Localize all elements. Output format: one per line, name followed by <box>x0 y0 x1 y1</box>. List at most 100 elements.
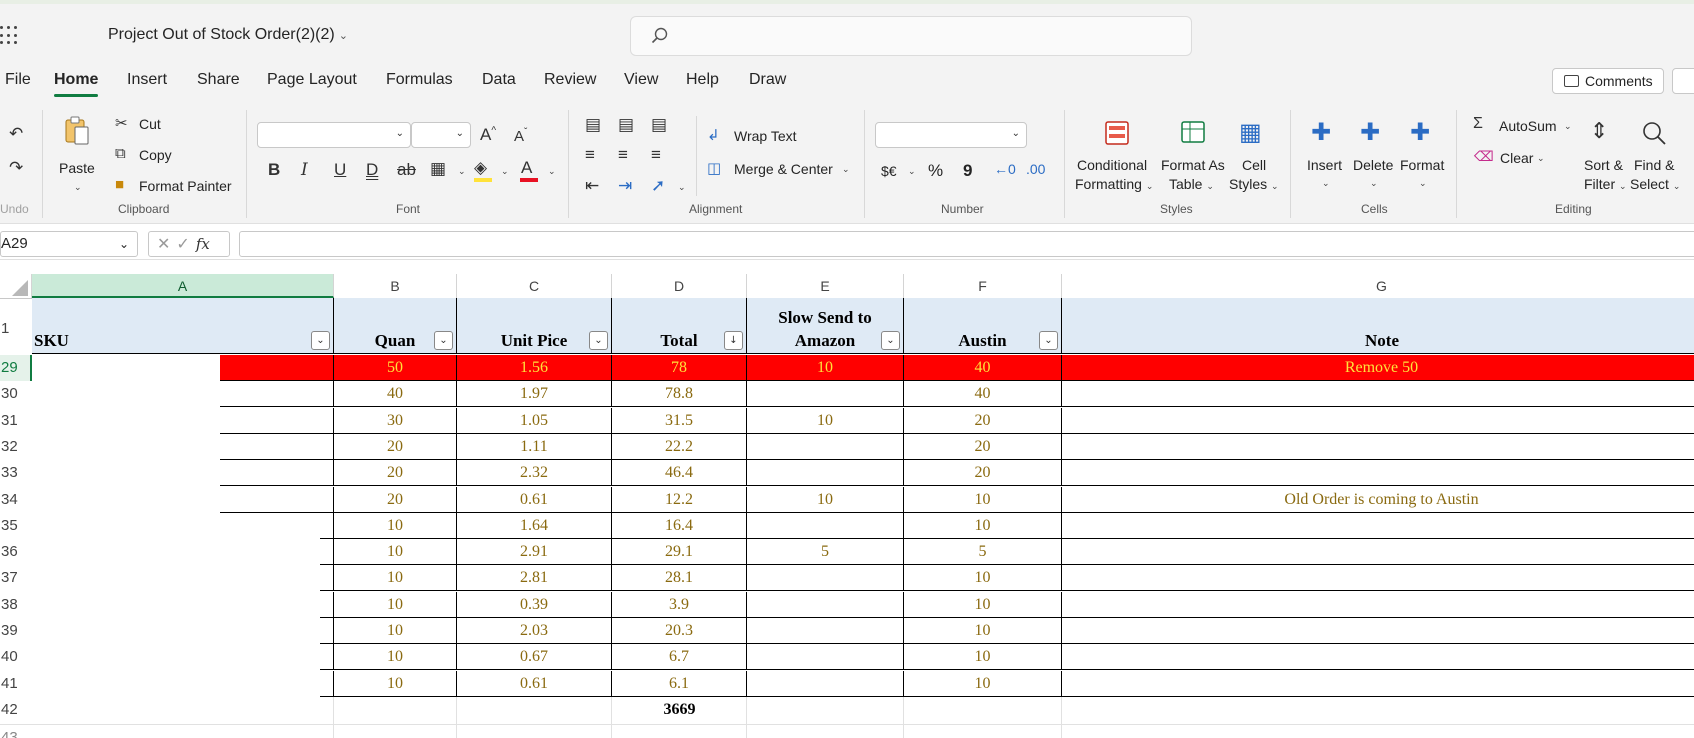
align-top-icon[interactable]: ▤ <box>585 115 601 135</box>
font-family-select[interactable]: ⌄ <box>257 122 411 148</box>
cell-d[interactable]: 12.2 <box>612 487 747 513</box>
row-header[interactable]: 43 <box>0 725 32 738</box>
cell-e[interactable] <box>747 644 904 670</box>
paste-icon[interactable] <box>64 116 90 146</box>
underline-icon[interactable]: U <box>334 160 346 180</box>
header-cell-austin[interactable]: Austin ⌄ <box>904 298 1062 354</box>
number-format-select[interactable]: ⌄ <box>875 122 1027 148</box>
cell-g[interactable]: Old Order is coming to Austin <box>1062 487 1694 513</box>
column-header-b[interactable]: B <box>334 274 457 298</box>
row-header[interactable]: 36 <box>0 539 32 565</box>
name-box[interactable]: A29 ⌄ <box>0 231 138 257</box>
row-header[interactable]: 40 <box>0 644 32 670</box>
strikethrough-icon[interactable]: ab <box>397 160 416 180</box>
cell-d[interactable]: 20.3 <box>612 618 747 644</box>
percent-style-button[interactable]: % <box>928 161 943 181</box>
format-painter-button[interactable]: Format Painter <box>139 178 232 194</box>
header-cell-note[interactable]: Note <box>1062 298 1694 354</box>
cell-f[interactable]: 10 <box>904 487 1062 513</box>
cell-g[interactable] <box>1062 408 1694 434</box>
cell-d[interactable]: 31.5 <box>612 408 747 434</box>
cell-sku[interactable] <box>320 565 334 591</box>
cell-f[interactable]: 10 <box>904 618 1062 644</box>
column-header-g[interactable]: G <box>1062 274 1694 298</box>
cell-e[interactable] <box>747 434 904 460</box>
row-header[interactable]: 30 <box>0 381 32 407</box>
cell-e[interactable] <box>747 381 904 407</box>
cell-d[interactable]: 3.9 <box>612 592 747 618</box>
filter-dropdown-icon[interactable]: ⌄ <box>434 331 453 350</box>
italic-icon[interactable]: I <box>301 160 308 180</box>
cell-b[interactable]: 10 <box>334 539 457 565</box>
cell-e[interactable] <box>747 513 904 539</box>
tab-share[interactable]: Share <box>197 71 240 89</box>
cell-styles-button[interactable]: Styles ⌄ <box>1229 176 1279 192</box>
cell-e[interactable] <box>747 618 904 644</box>
delete-cells-button[interactable]: Delete <box>1353 157 1393 173</box>
cell-e[interactable] <box>747 592 904 618</box>
cell-c[interactable]: 1.56 <box>457 355 612 381</box>
sort-descending-filter-icon[interactable]: ↓ <box>724 331 743 350</box>
cell-b[interactable]: 10 <box>334 592 457 618</box>
decrease-font-size-icon[interactable]: Aˇ <box>514 127 527 145</box>
filter-dropdown-icon[interactable]: ⌄ <box>589 331 608 350</box>
cell-c[interactable]: 0.67 <box>457 644 612 670</box>
cell-g[interactable] <box>1062 671 1694 697</box>
filter-dropdown-icon[interactable]: ⌄ <box>311 331 330 350</box>
cut-button[interactable]: Cut <box>139 116 161 132</box>
cell-sku[interactable] <box>220 460 334 486</box>
redo-icon[interactable]: ↷ <box>9 158 23 178</box>
cell-b[interactable]: 20 <box>334 460 457 486</box>
cell-b[interactable]: 10 <box>334 565 457 591</box>
cell-f[interactable]: 10 <box>904 671 1062 697</box>
format-cells-button[interactable]: Format <box>1400 157 1444 173</box>
tab-review[interactable]: Review <box>544 71 596 89</box>
cell-d[interactable]: 22.2 <box>612 434 747 460</box>
cell-c[interactable]: 0.39 <box>457 592 612 618</box>
cell-c[interactable]: 0.61 <box>457 487 612 513</box>
cell-g[interactable] <box>1062 434 1694 460</box>
row-header-1[interactable]: 1 <box>0 320 32 337</box>
row-header[interactable]: 38 <box>0 592 32 618</box>
sort-filter-label-1[interactable]: Sort & <box>1584 157 1623 173</box>
row-header[interactable]: 32 <box>0 434 32 460</box>
cell-c[interactable]: 1.97 <box>457 381 612 407</box>
undo-icon[interactable]: ↶ <box>9 124 23 144</box>
header-cell-slow-send[interactable]: Slow Send to Amazon ⌄ <box>747 298 904 354</box>
cell-g[interactable] <box>1062 644 1694 670</box>
cell-f[interactable]: 40 <box>904 381 1062 407</box>
cell-e[interactable]: 10 <box>747 487 904 513</box>
cell-g[interactable] <box>1062 513 1694 539</box>
cell-sku[interactable] <box>220 434 334 460</box>
font-color-dropdown-icon[interactable]: ⌄ <box>548 166 556 177</box>
filter-dropdown-icon[interactable]: ⌄ <box>881 331 900 350</box>
cancel-icon[interactable]: ✕ <box>157 236 176 253</box>
delete-dropdown-icon[interactable]: ⌄ <box>1370 178 1378 189</box>
column-header-f[interactable]: F <box>904 274 1062 298</box>
cell-b[interactable]: 40 <box>334 381 457 407</box>
cell-e[interactable]: 5 <box>747 539 904 565</box>
cell-f[interactable]: 20 <box>904 408 1062 434</box>
cell-g[interactable] <box>1062 381 1694 407</box>
cell-f[interactable]: 5 <box>904 539 1062 565</box>
cell-b[interactable]: 50 <box>334 355 457 381</box>
header-cell-unit-price[interactable]: Unit Pice ⌄ <box>457 298 612 354</box>
row-header[interactable]: 37 <box>0 565 32 591</box>
row-header[interactable]: 39 <box>0 618 32 644</box>
row-header[interactable]: 29 <box>0 355 32 381</box>
cell-sku[interactable] <box>320 513 334 539</box>
header-cell-total[interactable]: Total ↓ <box>612 298 747 354</box>
increase-indent-icon[interactable]: ⇥ <box>618 176 632 196</box>
cell-b[interactable]: 20 <box>334 434 457 460</box>
decrease-decimal-icon[interactable]: .00 <box>1026 161 1045 177</box>
row-header[interactable]: 34 <box>0 487 32 513</box>
editing-mode-button[interactable] <box>1672 68 1694 94</box>
cell-g[interactable] <box>1062 539 1694 565</box>
cell-c[interactable]: 0.61 <box>457 671 612 697</box>
cell-sku[interactable] <box>220 408 334 434</box>
font-size-select[interactable]: ⌄ <box>411 122 471 148</box>
borders-dropdown-icon[interactable]: ⌄ <box>458 166 466 177</box>
fill-color-dropdown-icon[interactable]: ⌄ <box>501 166 509 177</box>
increase-font-size-icon[interactable]: A^ <box>480 125 496 145</box>
align-right-icon[interactable]: ≡ <box>651 145 661 165</box>
